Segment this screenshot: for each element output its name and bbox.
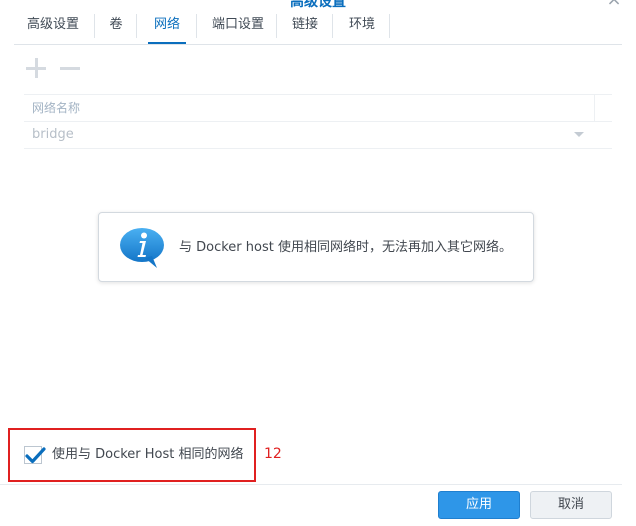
add-network-button[interactable] (24, 56, 48, 80)
tab-divider (136, 14, 137, 38)
tab-divider (94, 14, 95, 38)
table-row[interactable]: bridge (24, 121, 612, 149)
tab-network[interactable]: 网络 (144, 8, 190, 44)
column-divider (594, 95, 595, 121)
tab-environment[interactable]: 环境 (340, 8, 384, 42)
tab-links[interactable]: 链接 (284, 8, 326, 42)
host-network-label[interactable]: 使用与 Docker Host 相同的网络 (52, 445, 244, 465)
checkmark-icon (25, 447, 46, 464)
remove-network-button[interactable] (58, 56, 82, 80)
annotation-label: 12 (264, 446, 282, 462)
host-network-checkbox[interactable] (24, 446, 46, 464)
column-header-network-name[interactable]: 网络名称 (32, 95, 80, 121)
tab-port-settings[interactable]: 端口设置 (202, 8, 274, 42)
tab-volume[interactable]: 卷 (100, 8, 132, 42)
tab-divider (276, 14, 277, 38)
footer-divider (0, 484, 622, 485)
tab-divider (389, 14, 390, 38)
tab-divider (332, 14, 333, 38)
network-name-cell: bridge (32, 127, 74, 142)
info-icon (119, 227, 165, 269)
tab-divider (196, 14, 197, 38)
apply-button[interactable]: 应用 (438, 491, 520, 519)
cancel-button[interactable]: 取消 (530, 491, 612, 519)
tab-bar: 高级设置 卷 网络 端口设置 链接 环境 (14, 8, 622, 45)
close-icon[interactable]: × (606, 0, 622, 9)
network-grid: 网络名称 bridge (24, 94, 612, 149)
info-message-box: 与 Docker host 使用相同网络时，无法再加入其它网络。 (98, 212, 534, 282)
chevron-down-icon[interactable] (574, 132, 584, 137)
grid-header: 网络名称 (24, 94, 612, 122)
tab-advanced-settings[interactable]: 高级设置 (16, 8, 90, 42)
info-message-text: 与 Docker host 使用相同网络时，无法再加入其它网络。 (179, 240, 512, 255)
